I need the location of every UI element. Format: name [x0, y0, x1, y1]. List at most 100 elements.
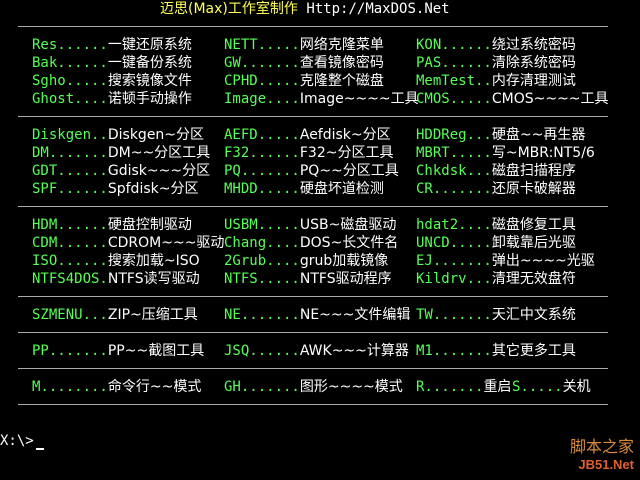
menu-item-key: Chang.... [224, 235, 300, 251]
menu-item-key: SZMENU... [32, 307, 108, 323]
menu-item[interactable]: Ghost....诺顿手动操作 [32, 90, 192, 108]
menu-item-desc: PP~~截图工具 [107, 343, 205, 359]
menu-item-desc: Diskgen~分区 [107, 127, 205, 143]
menu-item-key: CPHD..... [224, 73, 300, 89]
menu-item[interactable]: MBRT.....写~MBR:NT5/6 [416, 144, 595, 162]
menu-item-desc: NTFS驱动程序 [299, 271, 392, 287]
menu-item-key: Bak...... [32, 55, 108, 71]
menu-item[interactable]: EJ.......弹出~~~~光驱 [416, 252, 595, 270]
menu-item-key: SPF...... [32, 181, 108, 197]
menu-item[interactable]: Kildrv...清理无效盘符 [416, 270, 576, 288]
menu-item[interactable]: GDT......Gdisk~~~分区 [32, 162, 210, 180]
menu-item-desc: 网络克隆菜单 [299, 37, 384, 53]
menu-item-desc: USB~磁盘驱动 [299, 217, 397, 233]
menu-item-desc: 写~MBR:NT5/6 [491, 145, 595, 161]
menu-item[interactable]: Sgho.....搜索镜像文件 [32, 72, 192, 90]
menu-item[interactable]: PP.......PP~~截图工具 [32, 342, 204, 360]
menu-item[interactable]: SPF......Spfdisk~分区 [32, 180, 198, 198]
menu-item[interactable]: NTFS4DOS.NTFS读写驱动 [32, 270, 200, 288]
menu-item-key: Kildrv... [416, 271, 492, 287]
menu-item-desc: F32~分区工具 [299, 145, 394, 161]
menu-item[interactable]: S.....关机 [512, 378, 591, 396]
menu-item[interactable]: CMOS.....CMOS~~~~工具 [416, 90, 609, 108]
menu-item[interactable]: JSQ......AWK~~~计算器 [224, 342, 409, 360]
menu-item-key: Diskgen.. [32, 127, 108, 143]
menu-item-desc: NE~~~文件编辑 [299, 307, 411, 323]
menu-item[interactable]: Bak......一键备份系统 [32, 54, 192, 72]
menu-item-key: PAS...... [416, 55, 492, 71]
watermark: 脚本之家 JB51.Net [570, 438, 634, 474]
menu-item[interactable]: Image....Image~~~~工具 [224, 90, 419, 108]
menu-item[interactable]: M........命令行~~模式 [32, 378, 201, 396]
studio-title: 迈思(Max)工作室制作 [160, 1, 298, 17]
menu-item-desc: 硬盘~~再生器 [491, 127, 586, 143]
menu-item-key: NTFS4DOS. [32, 271, 108, 287]
menu-item-desc: 其它更多工具 [491, 343, 576, 359]
separator-line [18, 332, 608, 333]
menu-item-key: F32...... [224, 145, 300, 161]
menu-item[interactable]: HDM......硬盘控制驱动 [32, 216, 192, 234]
menu-item-desc: 弹出~~~~光驱 [491, 253, 595, 269]
menu-item-key: EJ....... [416, 253, 492, 269]
menu-item[interactable]: PQ.......PQ~~分区工具 [224, 162, 399, 180]
menu-item[interactable]: Chang....DOS~长文件名 [224, 234, 398, 252]
menu-item[interactable]: NTFS.....NTFS驱动程序 [224, 270, 392, 288]
menu-item-desc: 卸载靠后光驱 [491, 235, 576, 251]
menu-item-key: CR....... [416, 181, 492, 197]
menu-item[interactable]: TW.......天汇中文系统 [416, 306, 576, 324]
menu-item[interactable]: Res......一键还原系统 [32, 36, 192, 54]
menu-item-key: GW....... [224, 55, 300, 71]
menu-item-desc: Gdisk~~~分区 [107, 163, 211, 179]
menu-item-desc: 一键还原系统 [107, 37, 192, 53]
menu-item[interactable]: KON......绕过系统密码 [416, 36, 576, 54]
menu-item-desc: NTFS读写驱动 [107, 271, 200, 287]
menu-item-key: HDDReg... [416, 127, 492, 143]
menu-item[interactable]: F32......F32~分区工具 [224, 144, 393, 162]
menu-item-key: Ghost.... [32, 91, 108, 107]
menu-item-key: UNCD..... [416, 235, 492, 251]
menu-item-key: JSQ...... [224, 343, 300, 359]
menu-item[interactable]: GW.......查看镜像密码 [224, 54, 384, 72]
menu-item[interactable]: HDDReg...硬盘~~再生器 [416, 126, 585, 144]
menu-item[interactable]: M1.......其它更多工具 [416, 342, 576, 360]
menu-item[interactable]: 2Grub....grub加载镜像 [224, 252, 388, 270]
menu-item[interactable]: R.......重启 [416, 378, 511, 396]
menu-item-key: NETT..... [224, 37, 300, 53]
separator-line [18, 404, 608, 405]
menu-item-desc: 磁盘扫描程序 [491, 163, 576, 179]
menu-item[interactable]: MHDD.....硬盘坏道检测 [224, 180, 384, 198]
menu-item[interactable]: PAS......清除系统密码 [416, 54, 576, 72]
menu-item[interactable]: AEFD.....Aefdisk~分区 [224, 126, 391, 144]
menu-item[interactable]: Diskgen..Diskgen~分区 [32, 126, 204, 144]
menu-item[interactable]: GH.......图形~~~~模式 [224, 378, 403, 396]
menu-item-key: MemTest.. [416, 73, 492, 89]
menu-item-key: MHDD..... [224, 181, 300, 197]
menu-item-key: Image.... [224, 91, 300, 107]
menu-item[interactable]: NE.......NE~~~文件编辑 [224, 306, 410, 324]
menu-item[interactable]: CDM......CDROM~~~驱动 [32, 234, 224, 252]
menu-item-desc: Spfdisk~分区 [107, 181, 199, 197]
menu-item[interactable]: USBM.....USB~磁盘驱动 [224, 216, 396, 234]
menu-item-key: NE....... [224, 307, 300, 323]
menu-item[interactable]: Chkdsk...磁盘扫描程序 [416, 162, 576, 180]
menu-item-desc: 查看镜像密码 [299, 55, 384, 71]
menu-item[interactable]: DM.......DM~~分区工具 [32, 144, 210, 162]
menu-item-desc: 硬盘控制驱动 [107, 217, 192, 233]
menu-item[interactable]: NETT.....网络克隆菜单 [224, 36, 384, 54]
menu-item-desc: AWK~~~计算器 [299, 343, 409, 359]
menu-item-key: MBRT..... [416, 145, 492, 161]
menu-item-desc: 一键备份系统 [107, 55, 192, 71]
separator-line [18, 206, 608, 207]
menu-item[interactable]: ISO......搜索加载~ISO [32, 252, 200, 270]
menu-item-key: Chkdsk... [416, 163, 492, 179]
menu-item[interactable]: SZMENU...ZIP~压缩工具 [32, 306, 198, 324]
menu-item-desc: 命令行~~模式 [107, 379, 202, 395]
menu-item[interactable]: CPHD.....克隆整个磁盘 [224, 72, 384, 90]
menu-item[interactable]: hdat2....磁盘修复工具 [416, 216, 576, 234]
separator-line [18, 296, 608, 297]
header-title: 迈思(Max)工作室制作 Http://MaxDOS.Net [160, 0, 450, 18]
menu-item[interactable]: CR.......还原卡破解器 [416, 180, 576, 198]
menu-item[interactable]: MemTest..内存清理测试 [416, 72, 576, 90]
menu-item[interactable]: UNCD.....卸载靠后光驱 [416, 234, 576, 252]
command-prompt[interactable]: X:\> [0, 432, 44, 450]
